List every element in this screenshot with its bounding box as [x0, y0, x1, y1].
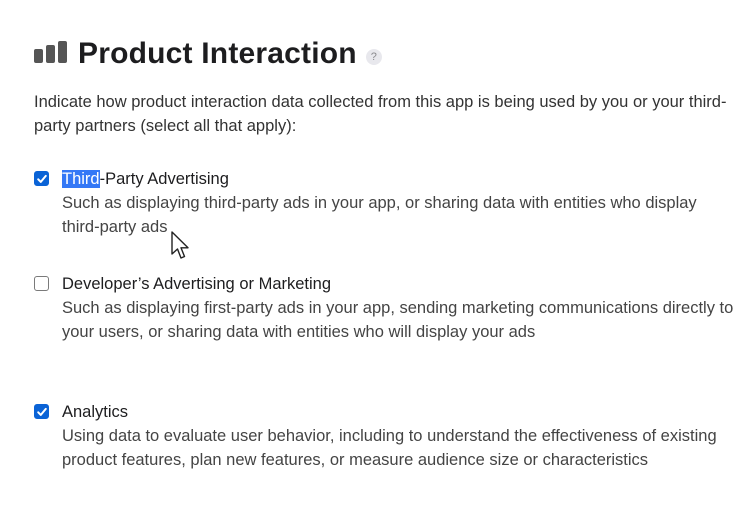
label-rest: -Party Advertising [99, 170, 229, 188]
checkmark-icon [37, 407, 47, 416]
option-description: Such as displaying third-party ads in yo… [62, 194, 697, 236]
section-header: Product Interaction ? [34, 36, 382, 72]
option-description: Such as displaying first-party ads in yo… [62, 299, 734, 341]
option-label[interactable]: Analytics [62, 400, 128, 424]
option-label[interactable]: Developer’s Advertising or Marketing [62, 272, 331, 296]
third-party-advertising-checkbox[interactable] [34, 171, 49, 186]
intro-text: Indicate how product interaction data co… [34, 93, 727, 135]
option-description: Using data to evaluate user behavior, in… [62, 427, 717, 469]
page: Product Interaction ? Indicate how produ… [0, 0, 751, 507]
mouse-cursor-icon [171, 231, 189, 259]
bar-chart-icon [34, 41, 68, 63]
analytics-checkbox[interactable] [34, 404, 49, 419]
option-label[interactable]: Third-Party Advertising [62, 167, 229, 191]
selected-text: Third [62, 170, 100, 188]
page-title: Product Interaction [78, 37, 357, 70]
checkmark-icon [37, 174, 47, 183]
help-icon[interactable]: ? [365, 49, 382, 65]
developers-advertising-checkbox[interactable] [34, 276, 49, 291]
